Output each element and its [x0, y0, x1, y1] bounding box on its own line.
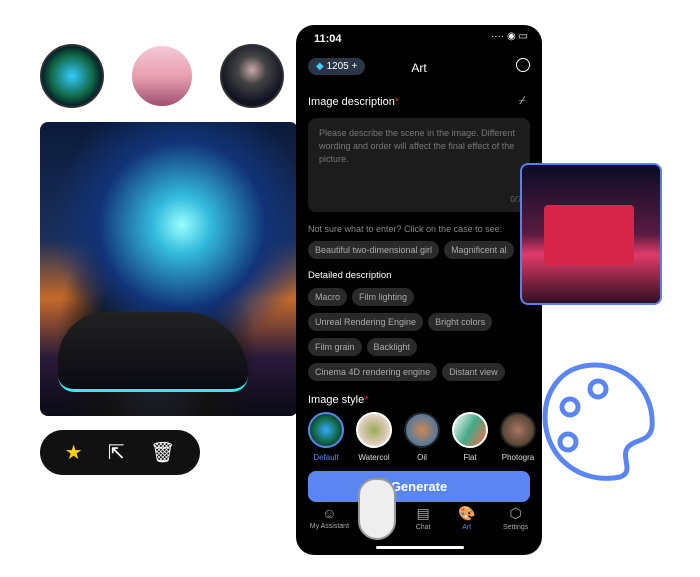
tag-chip[interactable]: Film grain [308, 338, 362, 356]
avatar-orb[interactable] [40, 44, 104, 108]
tag-chip[interactable]: Macro [308, 288, 348, 306]
settings-icon: ⬡ [509, 505, 522, 521]
home-indicator [376, 546, 464, 549]
trash-icon[interactable]: 🗑 [150, 440, 175, 465]
nav-my-assistant[interactable]: ☺ My Assistant [310, 505, 349, 531]
detail-label: Detailed description [308, 270, 392, 281]
star-icon[interactable]: ★ [65, 440, 83, 465]
description-input[interactable]: Please describe the scene in the image. … [308, 118, 530, 212]
tag-chip[interactable]: Unreal Rendering Engine [308, 313, 424, 331]
bottom-nav: ☺My Assistant ✦Cr ▤Chat 🎨Art ⬡Settings [296, 505, 542, 531]
image-toolbar: ★ ⇱ 🗑 [40, 430, 200, 475]
tag-chip[interactable]: Backlight [366, 338, 418, 356]
car-shape [58, 312, 248, 392]
palette-icon: 🎨 [458, 505, 476, 521]
phone-screen: 11:04 ···· ◉ ▭ ◆ 1205 + Art Image descri… [296, 25, 542, 555]
share-icon[interactable]: ⇱ [108, 440, 125, 465]
generate-button[interactable]: Generate [308, 471, 530, 502]
case-chip[interactable]: Beautiful two-dimensional girl [308, 241, 440, 259]
person-icon: ☺ [322, 505, 337, 521]
tag-chip[interactable]: Cinema 4D rendering engine [308, 363, 438, 381]
style-default[interactable]: Default [306, 412, 346, 462]
tag-chip[interactable]: Film lighting [352, 288, 415, 306]
avatar-robot[interactable] [220, 44, 284, 108]
palette-icon [542, 362, 655, 481]
page-title: Art [411, 61, 427, 75]
style-flat[interactable]: Flat [450, 412, 490, 462]
clock-icon[interactable] [516, 58, 530, 72]
desc-label: Image description* [308, 96, 400, 108]
style-photo[interactable]: Photogra [498, 412, 538, 462]
hand-pointer-icon [358, 478, 396, 540]
nav-art[interactable]: 🎨 Art [458, 505, 475, 531]
avatar-ufo[interactable] [130, 44, 194, 108]
status-icons: ···· ◉ ▭ [490, 31, 528, 42]
status-time: 11:04 [314, 33, 342, 45]
nav-chat[interactable]: ▤ Chat [416, 505, 431, 531]
tag-chip[interactable]: Bright colors [428, 313, 493, 331]
nav-settings[interactable]: ⬡ Settings [503, 505, 528, 531]
generated-image-fire-truck [520, 163, 662, 305]
hint-text: Not sure what to enter? Click on the cas… [308, 224, 503, 234]
style-oil[interactable]: Oil [402, 412, 442, 462]
tag-chip[interactable]: Distant view [442, 363, 505, 381]
generated-image-city-car [40, 122, 298, 416]
case-chip[interactable]: Magnificent al [444, 241, 514, 259]
style-label: Image style* [308, 394, 369, 406]
broom-icon[interactable]: ⌿ [519, 93, 526, 108]
truck-shape [544, 205, 634, 265]
style-watercolor[interactable]: Watercol [354, 412, 394, 462]
chat-icon: ▤ [416, 505, 430, 521]
